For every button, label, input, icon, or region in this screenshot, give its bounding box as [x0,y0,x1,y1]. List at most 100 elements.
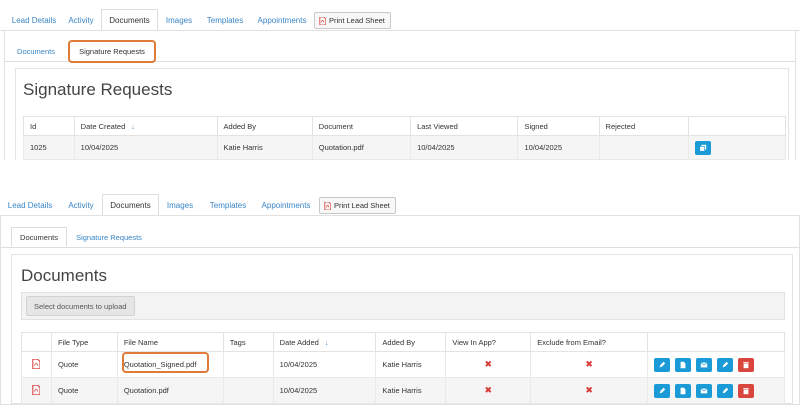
cell-actions [687,135,787,160]
top-print-lead-sheet-button[interactable]: Print Lead Sheet [314,12,391,29]
bottom-tab-images[interactable]: Images [161,194,199,216]
top-tab-images[interactable]: Images [160,9,198,31]
copy-icon [699,144,706,152]
select-documents-upload-button[interactable]: Select documents to upload [26,296,135,316]
subtab-divider [5,61,795,62]
pencil-icon [722,361,729,367]
trash-icon [743,387,750,394]
pdf-icon [324,201,331,210]
top-documents-panel: Documents Signature Requests Signature R… [4,30,796,170]
upload-bar [21,292,785,320]
trash-icon [743,361,750,368]
cross-icon: ✖ [585,359,593,369]
bottom-documents-panel: Documents Signature Requests Documents S… [0,215,800,405]
cell-pdf-icon [21,351,52,378]
bottom-tab-templates[interactable]: Templates [203,194,253,216]
table-row: 1025 10/04/2025 Katie Harris Quotation.p… [23,135,787,160]
table-header-row: File Type File Name Tags Date Added ↓ Add… [21,332,785,352]
cross-icon: ✖ [484,359,493,369]
envelope-icon [700,361,708,367]
print-label: Print Lead Sheet [334,201,390,210]
top-tab-appointments[interactable]: Appointments [252,9,312,31]
col-date-added[interactable]: Date Added ↓ [272,332,377,352]
cross-icon: ✖ [484,385,493,395]
pencil-icon [659,387,666,393]
cell-actions [647,351,785,378]
cell-id: 1025 [23,135,75,160]
documents-section: Documents Select documents to upload Fil… [11,254,793,404]
cross-icon: ✖ [585,385,593,395]
email-button[interactable] [696,357,713,372]
col-added-by[interactable]: Added By [375,332,447,352]
file-icon [680,361,686,368]
cell-file-name[interactable]: Quotation_Signed.pdf [116,351,224,378]
col-file-name[interactable]: File Name [116,332,224,352]
screenshot-gap [0,160,800,188]
email-button[interactable] [696,383,713,398]
cell-tags [222,351,274,378]
delete-button[interactable] [738,383,755,398]
cell-exclude-from-email: ✖ [530,351,649,378]
col-actions [687,116,787,136]
bottom-subtab-documents[interactable]: Documents [11,227,67,247]
col-tags[interactable]: Tags [222,332,274,352]
pdf-icon [319,16,326,25]
edit-button[interactable] [654,383,671,398]
cell-view-in-app: ✖ [445,351,532,378]
bottom-tab-appointments[interactable]: Appointments [256,194,316,216]
sort-arrow-icon: ↓ [131,123,135,131]
cell-rejected [598,135,689,160]
pencil-icon [722,387,729,393]
cell-date-created: 10/04/2025 [73,135,218,160]
cell-date-added: 10/04/2025 [272,351,377,378]
view-file-button[interactable] [675,357,692,372]
col-added-by[interactable]: Added By [216,116,313,136]
col-file-type[interactable]: File Type [50,332,118,352]
print-label: Print Lead Sheet [329,16,385,25]
pdf-icon [32,358,41,369]
edit-button[interactable] [654,357,671,372]
col-exclude-from-email[interactable]: Exclude from Email? [530,332,649,352]
cell-document: Quotation.pdf [311,135,412,160]
copy-button[interactable] [694,140,711,155]
col-actions [647,332,785,352]
rename-button[interactable] [717,383,734,398]
bottom-tab-documents[interactable]: Documents [102,194,159,216]
cell-signed: 10/04/2025 [517,135,600,160]
col-view-in-app[interactable]: View In App? [445,332,532,352]
top-tab-documents[interactable]: Documents [101,9,158,31]
top-tab-lead-details[interactable]: Lead Details [8,9,60,31]
cell-added-by: Katie Harris [216,135,313,160]
table-row: Quote Quotation_Signed.pdf 10/04/2025 Ka… [21,351,785,378]
pdf-icon [32,384,41,395]
bottom-print-lead-sheet-button[interactable]: Print Lead Sheet [319,197,396,214]
col-document[interactable]: Document [311,116,412,136]
col-last-viewed[interactable]: Last Viewed [410,116,519,136]
subtab-divider [1,247,800,248]
bottom-tab-activity[interactable]: Activity [62,194,100,216]
signature-requests-section: Signature Requests Id Date Created ↓ Adde… [15,68,789,168]
rename-button[interactable] [717,357,734,372]
envelope-icon [700,387,708,393]
col-icon [21,332,52,352]
col-rejected[interactable]: Rejected [598,116,689,136]
col-id[interactable]: Id [23,116,75,136]
table-header-row: Id Date Created ↓ Added By Document Last … [23,116,787,136]
view-file-button[interactable] [675,383,692,398]
col-signed[interactable]: Signed [517,116,600,136]
signature-requests-table: Id Date Created ↓ Added By Document Last … [23,116,787,160]
top-subtab-signature-requests[interactable]: Signature Requests [69,41,155,61]
top-tab-activity[interactable]: Activity [62,9,100,31]
cell-last-viewed: 10/04/2025 [410,135,519,160]
pencil-icon [659,361,666,367]
bottom-subtab-signature-requests[interactable]: Signature Requests [69,227,149,247]
delete-button[interactable] [738,357,755,372]
page-title: Signature Requests [23,80,173,99]
col-label: Date Created [80,121,126,131]
cell-file-type: Quote [50,351,118,378]
bottom-tab-lead-details[interactable]: Lead Details [4,194,56,216]
col-date-created[interactable]: Date Created ↓ [73,116,218,136]
page-title: Documents [21,266,107,285]
top-subtab-documents[interactable]: Documents [11,41,61,61]
top-tab-templates[interactable]: Templates [200,9,250,31]
